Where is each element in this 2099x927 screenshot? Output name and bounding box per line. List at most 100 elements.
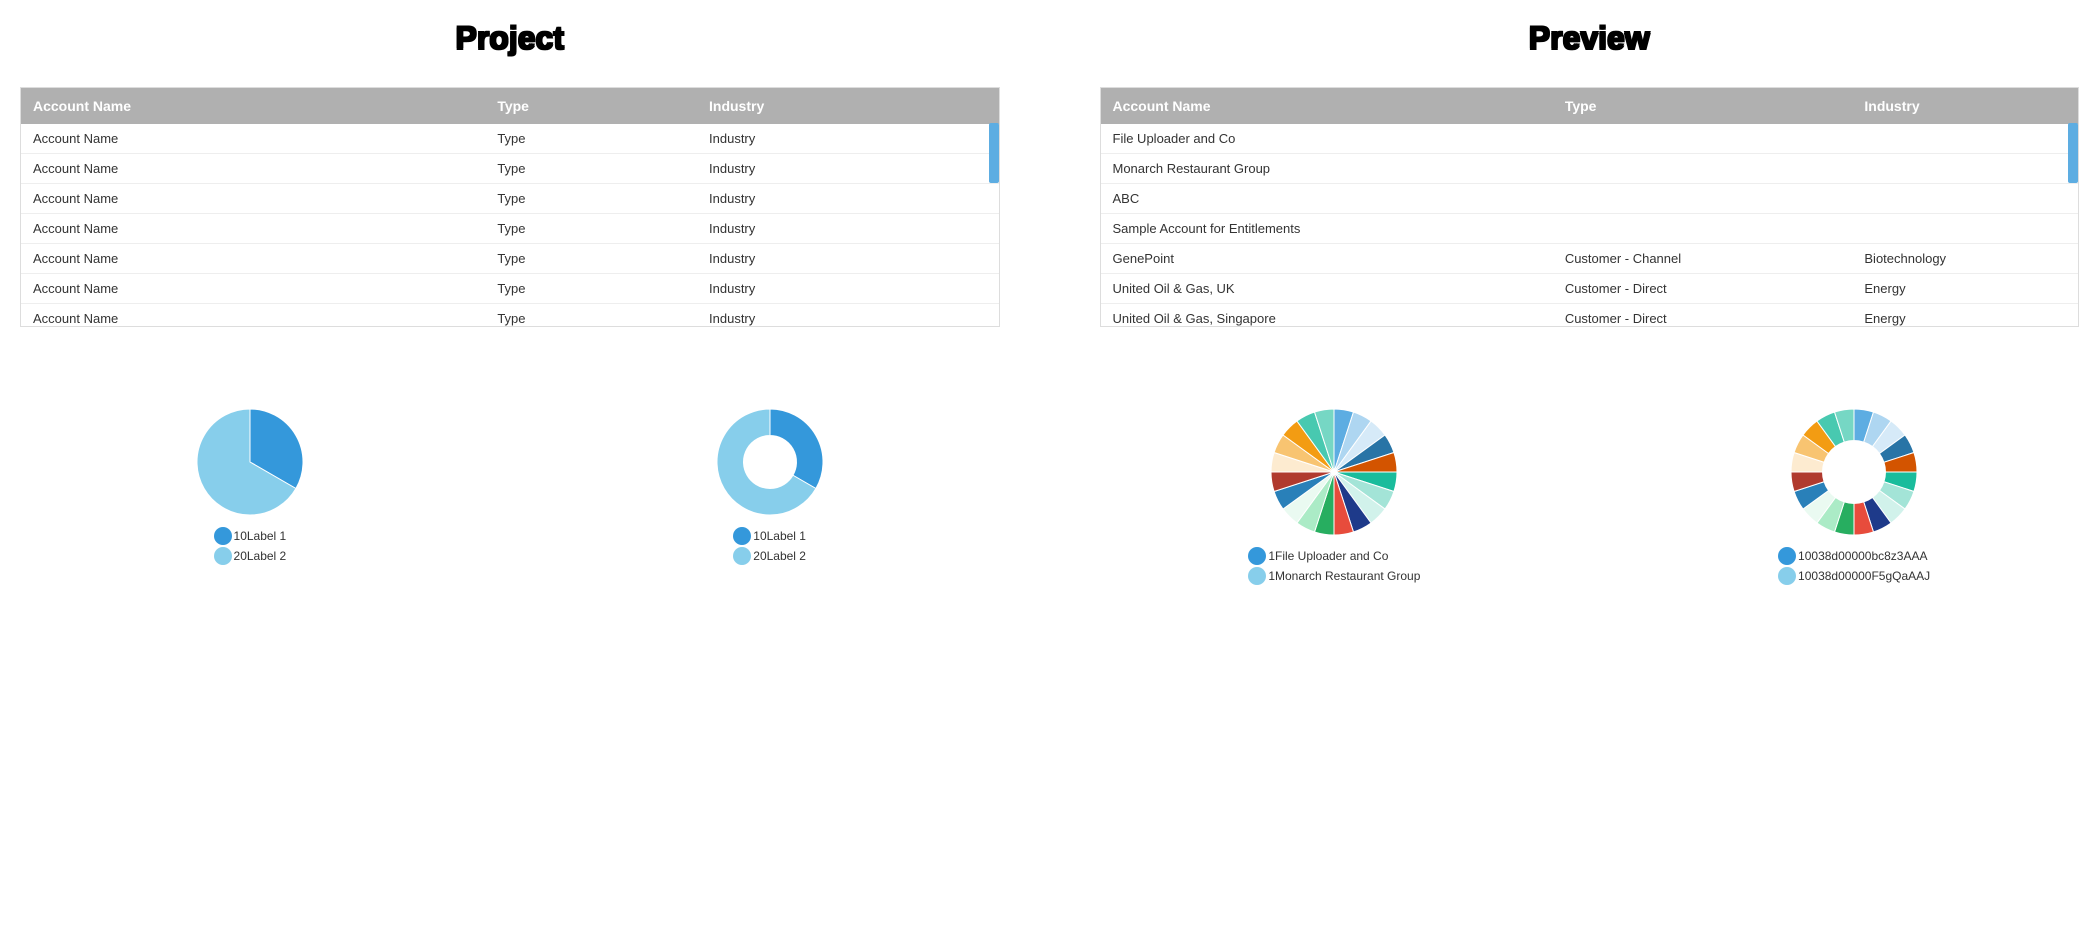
table-cell: Industry — [697, 184, 998, 214]
table-cell — [1553, 124, 1853, 154]
legend-label: 10038d00000F5gQaAAJ — [1798, 569, 1930, 583]
table-row[interactable]: GenePointCustomer - ChannelBiotechnology — [1101, 244, 2079, 274]
table-cell: Account Name — [21, 214, 485, 244]
legend-swatch — [214, 527, 232, 545]
table-cell: Energy — [1852, 274, 2078, 304]
table-row[interactable]: File Uploader and Co — [1101, 124, 2079, 154]
table-row[interactable]: Account NameTypeIndustry — [21, 304, 999, 328]
project-charts-row: 10Label 1 20Label 2 10Label 1 20Label 2 — [20, 407, 1000, 567]
table-cell: United Oil & Gas, Singapore — [1101, 304, 1553, 328]
table-row[interactable]: Account NameTypeIndustry — [21, 124, 999, 154]
chart-legend: 10Label 1 20Label 2 — [733, 527, 806, 567]
table-cell: Industry — [697, 124, 998, 154]
table-cell: Type — [485, 244, 697, 274]
table-cell: Type — [485, 184, 697, 214]
table-header-row: Account Name Type Industry — [21, 88, 999, 124]
legend-swatch — [214, 547, 232, 565]
chart-legend: 1File Uploader and Co 1Monarch Restaurant… — [1248, 547, 1420, 587]
donut-chart-svg[interactable] — [715, 407, 825, 517]
col-industry[interactable]: Industry — [1852, 88, 2078, 124]
col-type[interactable]: Type — [485, 88, 697, 124]
project-donut-chart: 10Label 1 20Label 2 — [715, 407, 825, 567]
table-cell: ABC — [1101, 184, 1553, 214]
legend-label: 20Label 2 — [234, 549, 287, 563]
table-row[interactable]: Account NameTypeIndustry — [21, 154, 999, 184]
preview-table: Account Name Type Industry File Uploader… — [1101, 88, 2079, 327]
legend-item[interactable]: 10038d00000bc8z3AAA — [1778, 547, 1930, 565]
table-row[interactable]: ABC — [1101, 184, 2079, 214]
table-cell: Customer - Direct — [1553, 274, 1853, 304]
legend-item[interactable]: 20Label 2 — [214, 547, 287, 565]
preview-table-wrapper[interactable]: Account Name Type Industry File Uploader… — [1100, 87, 2080, 327]
main-container: Project Account Name Type Industry Accou… — [20, 20, 2079, 587]
pie-slice[interactable] — [770, 409, 823, 489]
col-type[interactable]: Type — [1553, 88, 1853, 124]
table-cell: GenePoint — [1101, 244, 1553, 274]
legend-label: 10Label 1 — [234, 529, 287, 543]
table-row[interactable]: United Oil & Gas, SingaporeCustomer - Di… — [1101, 304, 2079, 328]
legend-item[interactable]: 10038d00000F5gQaAAJ — [1778, 567, 1930, 585]
table-row[interactable]: Account NameTypeIndustry — [21, 274, 999, 304]
table-row[interactable]: Account NameTypeIndustry — [21, 184, 999, 214]
legend-item[interactable]: 1File Uploader and Co — [1248, 547, 1420, 565]
table-cell: Biotechnology — [1852, 244, 2078, 274]
scrollbar[interactable] — [2068, 123, 2078, 183]
table-cell: Industry — [697, 154, 998, 184]
scrollbar[interactable] — [989, 123, 999, 183]
legend-swatch — [1248, 547, 1266, 565]
table-cell — [1852, 124, 2078, 154]
legend-item[interactable]: 1Monarch Restaurant Group — [1248, 567, 1420, 585]
pie-chart-svg[interactable] — [195, 407, 305, 517]
legend-swatch — [1248, 567, 1266, 585]
table-cell: Account Name — [21, 154, 485, 184]
table-cell: Industry — [697, 244, 998, 274]
table-cell: Industry — [697, 214, 998, 244]
table-cell: Account Name — [21, 304, 485, 328]
col-account-name[interactable]: Account Name — [21, 88, 485, 124]
legend-item[interactable]: 10Label 1 — [214, 527, 287, 545]
preview-donut-chart: 10038d00000bc8z3AAA 10038d00000F5gQaAAJ — [1778, 407, 1930, 587]
table-cell: Type — [485, 274, 697, 304]
table-cell — [1553, 154, 1853, 184]
legend-swatch — [1778, 567, 1796, 585]
legend-label: 10Label 1 — [753, 529, 806, 543]
table-cell — [1852, 214, 2078, 244]
chart-legend: 10Label 1 20Label 2 — [214, 527, 287, 567]
table-cell — [1553, 184, 1853, 214]
table-cell — [1852, 154, 2078, 184]
legend-label: 1File Uploader and Co — [1268, 549, 1388, 563]
table-row[interactable]: Monarch Restaurant Group — [1101, 154, 2079, 184]
table-row[interactable]: Account NameTypeIndustry — [21, 244, 999, 274]
donut-chart-svg[interactable] — [1789, 407, 1919, 537]
legend-swatch — [1778, 547, 1796, 565]
table-cell: Type — [485, 124, 697, 154]
table-cell: Type — [485, 214, 697, 244]
project-table: Account Name Type Industry Account NameT… — [21, 88, 999, 327]
table-row[interactable]: United Oil & Gas, UKCustomer - DirectEne… — [1101, 274, 2079, 304]
table-cell: File Uploader and Co — [1101, 124, 1553, 154]
table-cell: Account Name — [21, 244, 485, 274]
table-cell: Account Name — [21, 184, 485, 214]
legend-label: 20Label 2 — [753, 549, 806, 563]
table-cell: Type — [485, 304, 697, 328]
project-table-wrapper[interactable]: Account Name Type Industry Account NameT… — [20, 87, 1000, 327]
col-account-name[interactable]: Account Name — [1101, 88, 1553, 124]
table-row[interactable]: Account NameTypeIndustry — [21, 214, 999, 244]
table-cell: United Oil & Gas, UK — [1101, 274, 1553, 304]
table-cell: Energy — [1852, 304, 2078, 328]
preview-title: Preview — [1100, 20, 2080, 57]
col-industry[interactable]: Industry — [697, 88, 998, 124]
legend-item[interactable]: 10Label 1 — [733, 527, 806, 545]
table-cell: Type — [485, 154, 697, 184]
table-cell — [1852, 184, 2078, 214]
pie-chart-svg[interactable] — [1269, 407, 1399, 537]
table-cell: Industry — [697, 304, 998, 328]
table-cell: Sample Account for Entitlements — [1101, 214, 1553, 244]
legend-swatch — [733, 527, 751, 545]
legend-swatch — [733, 547, 751, 565]
preview-pie-chart: 1File Uploader and Co 1Monarch Restaurant… — [1248, 407, 1420, 587]
table-cell: Monarch Restaurant Group — [1101, 154, 1553, 184]
table-row[interactable]: Sample Account for Entitlements — [1101, 214, 2079, 244]
legend-item[interactable]: 20Label 2 — [733, 547, 806, 565]
project-title: Project — [20, 20, 1000, 57]
